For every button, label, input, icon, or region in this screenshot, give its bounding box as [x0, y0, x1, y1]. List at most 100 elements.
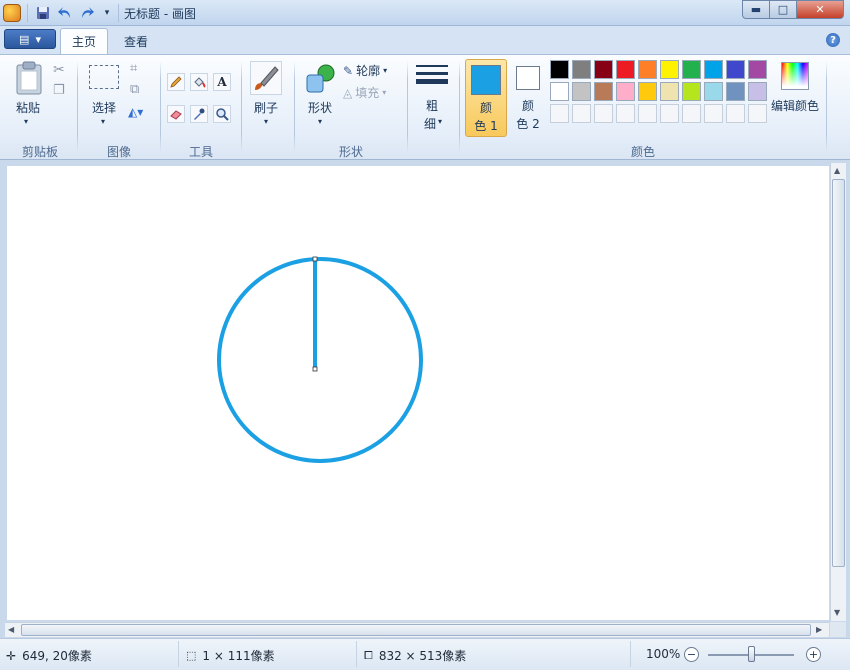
- save-icon[interactable]: [34, 4, 52, 22]
- color1-swatch: [471, 65, 501, 95]
- select-button[interactable]: 选择: [84, 99, 124, 116]
- color2-label-top: 颜: [521, 99, 534, 113]
- customize-quick-access-icon[interactable]: ▾: [98, 4, 116, 22]
- custom-color-slot[interactable]: [726, 104, 745, 123]
- edit-colors-button[interactable]: 编辑颜色: [770, 97, 820, 114]
- fill-button[interactable]: ◬ 填充 ▾: [343, 84, 386, 101]
- brushes-button[interactable]: 刷子: [246, 99, 286, 116]
- chevron-down-icon[interactable]: ▾: [438, 117, 442, 126]
- eraser-icon[interactable]: [167, 105, 185, 123]
- scroll-down-icon[interactable]: ▼: [834, 608, 840, 617]
- copy-icon[interactable]: ❐: [53, 83, 65, 98]
- pencil-icon[interactable]: [167, 73, 185, 91]
- minimize-button[interactable]: ▬: [742, 0, 770, 19]
- palette-swatch[interactable]: [726, 82, 745, 101]
- rotate-icon[interactable]: ◭▾: [128, 105, 143, 119]
- custom-color-slot[interactable]: [594, 104, 613, 123]
- color-picker-icon[interactable]: [190, 105, 208, 123]
- magnifier-icon[interactable]: [213, 105, 231, 123]
- help-icon[interactable]: ?: [826, 33, 840, 47]
- palette-swatch[interactable]: [748, 82, 767, 101]
- scroll-right-icon[interactable]: ▶: [816, 625, 822, 634]
- custom-color-slot[interactable]: [616, 104, 635, 123]
- paste-icon[interactable]: [14, 61, 46, 97]
- ribbon-tab-bar: ▤ ▾ 主页 查看 ?: [0, 26, 850, 54]
- edit-colors-icon[interactable]: [781, 62, 809, 90]
- paste-button[interactable]: 粘贴: [8, 99, 48, 116]
- horizontal-scroll-thumb[interactable]: [21, 624, 811, 636]
- shapes-button[interactable]: 形状: [300, 99, 340, 116]
- group-label-shapes: 形状: [338, 145, 363, 159]
- palette-swatch[interactable]: [660, 60, 679, 79]
- group-label-image: 图像: [106, 145, 131, 159]
- zoom-slider-thumb[interactable]: [748, 646, 755, 662]
- palette-swatch[interactable]: [704, 60, 723, 79]
- vertical-scrollbar[interactable]: ▲ ▼: [830, 163, 846, 621]
- color2-button[interactable]: 颜 色 2: [510, 59, 546, 137]
- resize-handle[interactable]: [312, 256, 318, 262]
- line-size-icon[interactable]: [416, 63, 448, 93]
- resize-icon[interactable]: ⧉: [130, 82, 139, 97]
- palette-swatch[interactable]: [704, 82, 723, 101]
- palette-swatch[interactable]: [638, 60, 657, 79]
- horizontal-scrollbar[interactable]: ◀ ▶: [5, 622, 829, 637]
- crop-icon[interactable]: ⌗: [130, 61, 137, 76]
- palette-swatch[interactable]: [638, 82, 657, 101]
- custom-color-slot[interactable]: [704, 104, 723, 123]
- drawing-canvas[interactable]: [7, 166, 829, 620]
- select-icon[interactable]: [89, 65, 119, 89]
- scroll-left-icon[interactable]: ◀: [8, 625, 14, 634]
- cursor-position-text: 649, 20像素: [22, 649, 92, 663]
- paint-app-icon[interactable]: [3, 4, 21, 22]
- palette-swatch[interactable]: [726, 60, 745, 79]
- size-label-bottom[interactable]: 细: [412, 115, 448, 132]
- palette-swatch[interactable]: [594, 60, 613, 79]
- palette-swatch[interactable]: [616, 60, 635, 79]
- palette-swatch[interactable]: [682, 82, 701, 101]
- palette-swatch[interactable]: [572, 60, 591, 79]
- undo-icon[interactable]: [56, 4, 74, 22]
- palette-swatch[interactable]: [616, 82, 635, 101]
- maximize-button[interactable]: □: [769, 0, 797, 19]
- divider: [27, 4, 28, 22]
- divider: [118, 4, 119, 22]
- custom-color-slot[interactable]: [572, 104, 591, 123]
- selection-size: ⬚ 1 × 111像素: [186, 647, 275, 664]
- palette-swatch[interactable]: [748, 60, 767, 79]
- zoom-in-button[interactable]: +: [806, 647, 821, 662]
- cut-icon[interactable]: ✂: [53, 62, 65, 78]
- palette-swatch[interactable]: [682, 60, 701, 79]
- tab-view[interactable]: 查看: [114, 28, 158, 54]
- tab-home[interactable]: 主页: [60, 28, 108, 54]
- vertical-scroll-thumb[interactable]: [832, 179, 845, 567]
- shapes-icon[interactable]: [304, 63, 336, 95]
- zoom-out-button[interactable]: −: [684, 647, 699, 662]
- outline-button[interactable]: ✎ 轮廓 ▾: [343, 62, 387, 79]
- chevron-down-icon[interactable]: ▾: [101, 117, 105, 126]
- custom-color-slot[interactable]: [748, 104, 767, 123]
- custom-color-slot[interactable]: [550, 104, 569, 123]
- redo-icon[interactable]: [78, 4, 96, 22]
- chevron-down-icon[interactable]: ▾: [24, 117, 28, 126]
- palette-swatch[interactable]: [594, 82, 613, 101]
- brush-icon[interactable]: [250, 61, 282, 95]
- palette-swatch[interactable]: [550, 60, 569, 79]
- palette-swatch[interactable]: [550, 82, 569, 101]
- size-label-top[interactable]: 粗: [414, 97, 450, 114]
- fill-bucket-icon[interactable]: [190, 73, 208, 91]
- custom-color-slot[interactable]: [660, 104, 679, 123]
- color1-button[interactable]: 颜 色 1: [465, 59, 507, 137]
- palette-swatch[interactable]: [572, 82, 591, 101]
- palette-swatch[interactable]: [660, 82, 679, 101]
- scroll-up-icon[interactable]: ▲: [834, 166, 840, 175]
- chevron-down-icon[interactable]: ▾: [318, 117, 322, 126]
- custom-color-slot[interactable]: [682, 104, 701, 123]
- paint-menu-button[interactable]: ▤ ▾: [4, 29, 56, 49]
- close-button[interactable]: ✕: [796, 0, 844, 19]
- color2-label-bottom: 色 2: [516, 117, 540, 131]
- text-tool-icon[interactable]: A: [213, 73, 231, 91]
- resize-handle[interactable]: [312, 366, 318, 372]
- selection-size-text: 1 × 111像素: [202, 649, 275, 663]
- chevron-down-icon[interactable]: ▾: [264, 117, 268, 126]
- custom-color-slot[interactable]: [638, 104, 657, 123]
